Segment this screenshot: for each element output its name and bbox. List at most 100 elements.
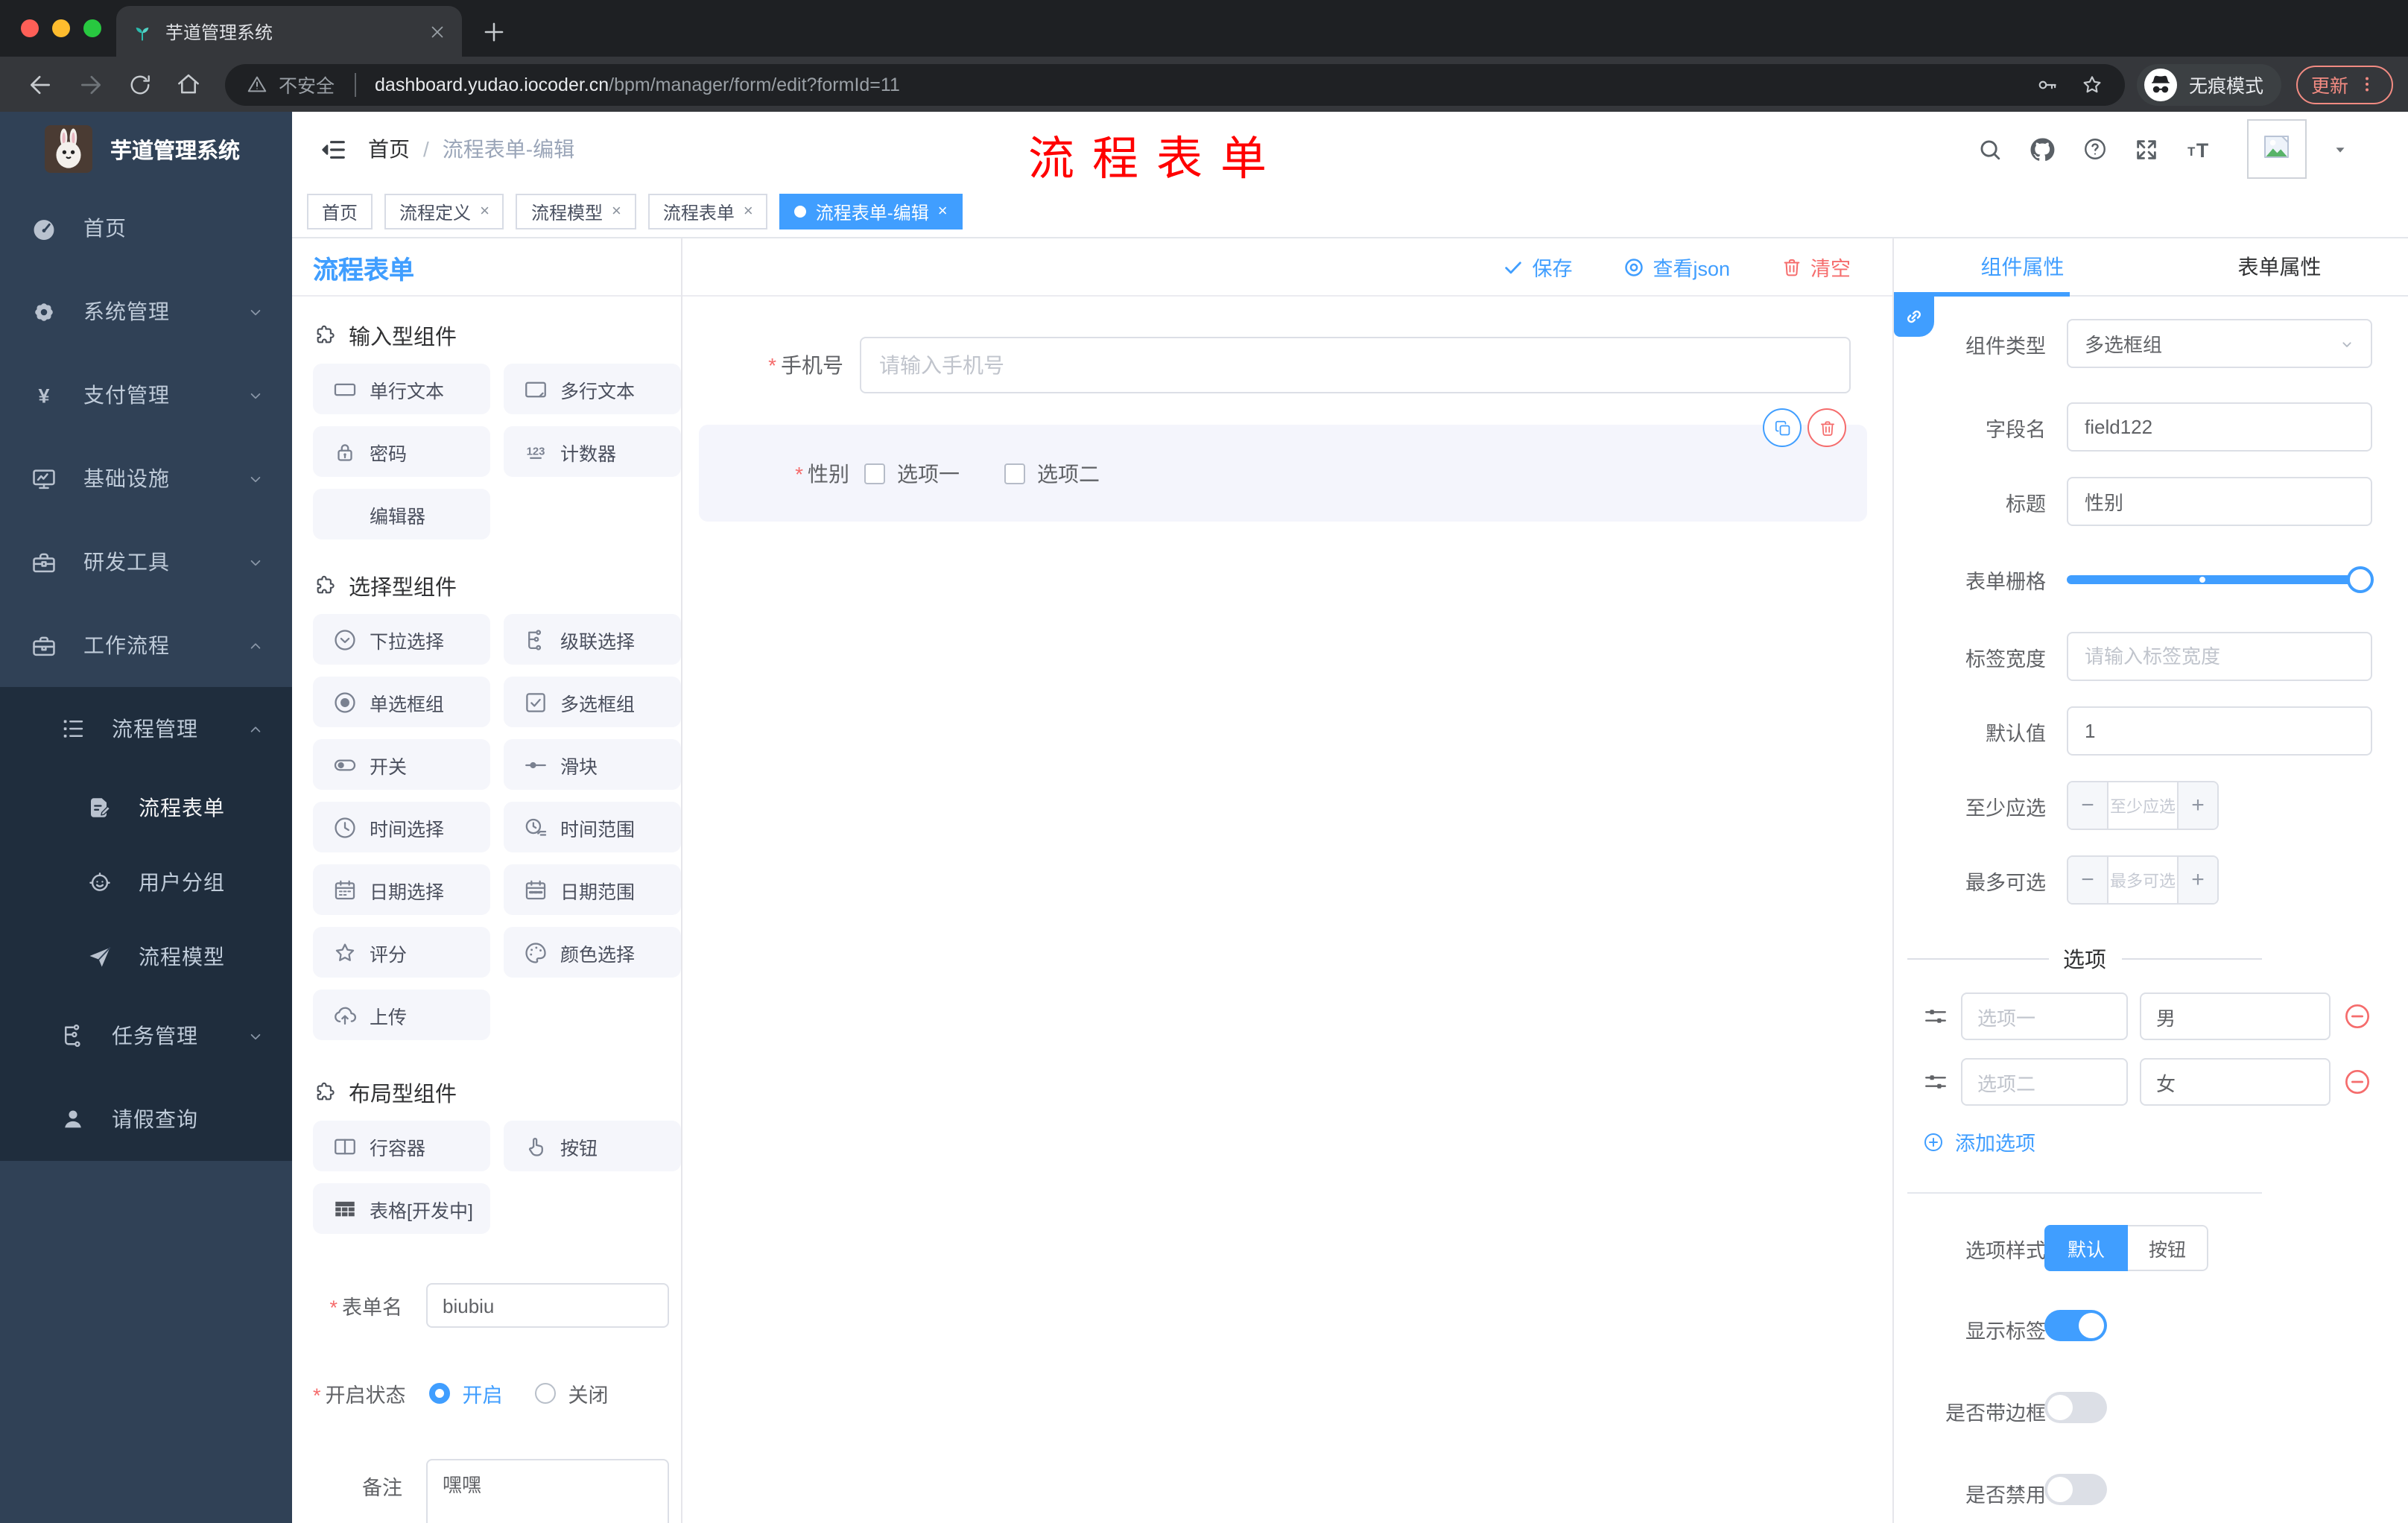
- palette-component-计数器[interactable]: 计数器: [504, 426, 681, 477]
- sidebar-subitem-3[interactable]: 流程模型: [0, 919, 292, 994]
- home-icon[interactable]: [174, 70, 203, 98]
- toggle-显示标签[interactable]: [2044, 1310, 2107, 1341]
- browser-update-button[interactable]: 更新: [2295, 65, 2393, 104]
- sidebar-collapse-icon[interactable]: [319, 135, 347, 163]
- palette-component-多行文本[interactable]: 多行文本: [504, 364, 681, 414]
- gender-option-选项一[interactable]: 选项一: [864, 458, 960, 488]
- back-icon[interactable]: [25, 69, 55, 99]
- window-controls[interactable]: [21, 19, 101, 37]
- sidebar-item-1[interactable]: 系统管理: [0, 270, 292, 353]
- palette-component-评分[interactable]: 评分: [313, 927, 490, 978]
- sidebar-subitem-1[interactable]: 流程表单: [0, 770, 292, 845]
- close-tag-icon[interactable]: ×: [938, 203, 948, 221]
- close-tag-icon[interactable]: ×: [612, 203, 621, 221]
- palette-component-时间范围[interactable]: 时间范围: [504, 802, 681, 852]
- tag-流程定义[interactable]: 流程定义 ×: [384, 194, 504, 229]
- inspector-tab-组件属性[interactable]: 组件属性: [1894, 238, 2151, 295]
- browser-tab[interactable]: 芋道管理系统: [116, 6, 462, 57]
- option-value-input[interactable]: [2140, 992, 2331, 1040]
- form-grid-slider[interactable]: [2067, 566, 2374, 593]
- toggle-是否禁用[interactable]: [2044, 1474, 2107, 1505]
- app-logo-row[interactable]: 芋道管理系统: [0, 112, 292, 186]
- style-option-按钮[interactable]: 按钮: [2128, 1225, 2208, 1271]
- palette-component-编辑器[interactable]: 编辑器: [313, 489, 490, 539]
- component-type-select[interactable]: 多选框组: [2067, 319, 2372, 368]
- stepper-increase-button[interactable]: +: [2177, 857, 2217, 903]
- option-label-input[interactable]: [1961, 992, 2128, 1040]
- field-name-input[interactable]: [2067, 402, 2372, 452]
- style-option-默认[interactable]: 默认: [2044, 1225, 2128, 1271]
- palette-component-开关[interactable]: 开关: [313, 739, 490, 790]
- palette-component-滑块[interactable]: 滑块: [504, 739, 681, 790]
- minimize-window-button[interactable]: [52, 19, 70, 37]
- page-url[interactable]: dashboard.yudao.iocoder.cn/bpm/manager/f…: [375, 74, 900, 95]
- maximize-window-button[interactable]: [83, 19, 101, 37]
- form-name-input[interactable]: [426, 1283, 669, 1328]
- delete-component-button[interactable]: [1807, 408, 1846, 447]
- drag-handle-icon[interactable]: [1922, 1003, 1949, 1030]
- palette-component-单行文本[interactable]: 单行文本: [313, 364, 490, 414]
- toggle-是否带边框[interactable]: [2044, 1392, 2107, 1423]
- palette-component-下拉选择[interactable]: 下拉选择: [313, 614, 490, 665]
- max-checked-stepper[interactable]: − 最多可选 +: [2067, 855, 2219, 905]
- default-value-input[interactable]: [2067, 706, 2372, 756]
- sidebar-subitem-4[interactable]: 任务管理: [0, 994, 292, 1077]
- stepper-decrease-button[interactable]: −: [2068, 782, 2108, 829]
- status-radio-开启[interactable]: 开启: [429, 1378, 503, 1408]
- palette-component-多选框组[interactable]: 多选框组: [504, 677, 681, 727]
- avatar[interactable]: [2247, 119, 2307, 179]
- canvas-action-保存[interactable]: 保存: [1493, 250, 1581, 283]
- remove-option-button[interactable]: [2342, 1001, 2372, 1031]
- checkbox[interactable]: [1004, 463, 1025, 484]
- palette-component-日期选择[interactable]: 日期选择: [313, 864, 490, 915]
- tag-首页[interactable]: 首页: [307, 194, 373, 229]
- sidebar-item-2[interactable]: 支付管理: [0, 353, 292, 437]
- palette-component-单选框组[interactable]: 单选框组: [313, 677, 490, 727]
- drag-handle-icon[interactable]: [1922, 1068, 1949, 1095]
- form-remark-textarea[interactable]: 嘿嘿: [426, 1459, 669, 1523]
- slider-handle[interactable]: [2347, 566, 2374, 593]
- avatar-dropdown-caret-icon[interactable]: [2332, 141, 2348, 157]
- title-input[interactable]: [2067, 477, 2372, 526]
- security-label[interactable]: 不安全: [279, 70, 335, 98]
- checkbox[interactable]: [864, 463, 885, 484]
- phone-input[interactable]: [860, 337, 1851, 393]
- stepper-decrease-button[interactable]: −: [2068, 857, 2108, 903]
- forward-icon[interactable]: [76, 69, 106, 99]
- help-icon[interactable]: [2082, 136, 2108, 162]
- inspector-tab-表单属性[interactable]: 表单属性: [2151, 238, 2408, 295]
- palette-component-上传[interactable]: 上传: [313, 990, 490, 1040]
- link-field-tab[interactable]: [1894, 297, 1934, 337]
- canvas-action-查看json[interactable]: 查看json: [1614, 250, 1739, 283]
- fullscreen-icon[interactable]: [2134, 136, 2159, 162]
- remove-option-button[interactable]: [2342, 1067, 2372, 1097]
- palette-component-时间选择[interactable]: 时间选择: [313, 802, 490, 852]
- label-width-input[interactable]: [2067, 632, 2372, 681]
- status-radio-关闭[interactable]: 关闭: [535, 1378, 609, 1408]
- bookmark-star-icon[interactable]: [2080, 72, 2104, 96]
- security-warning-icon[interactable]: [246, 73, 268, 95]
- canvas-action-清空[interactable]: 清空: [1772, 250, 1860, 283]
- font-size-icon[interactable]: [2184, 134, 2214, 164]
- copy-component-button[interactable]: [1763, 408, 1802, 447]
- address-bar[interactable]: 不安全 dashboard.yudao.iocoder.cn/bpm/manag…: [225, 63, 2125, 105]
- palette-component-颜色选择[interactable]: 颜色选择: [504, 927, 681, 978]
- github-icon[interactable]: [2028, 135, 2056, 163]
- stepper-increase-button[interactable]: +: [2177, 782, 2217, 829]
- selected-component-block[interactable]: * 性别 选项一 选项二: [699, 408, 1867, 522]
- sidebar-subitem-2[interactable]: 用户分组: [0, 845, 292, 919]
- sidebar-item-5[interactable]: 工作流程: [0, 604, 292, 687]
- palette-component-行容器[interactable]: 行容器: [313, 1121, 490, 1171]
- sidebar-subitem-0[interactable]: 流程管理: [0, 687, 292, 770]
- tag-流程模型[interactable]: 流程模型 ×: [516, 194, 636, 229]
- min-checked-stepper[interactable]: − 至少应选 +: [2067, 781, 2219, 830]
- sidebar-subitem-5[interactable]: 请假查询: [0, 1077, 292, 1161]
- palette-component-日期范围[interactable]: 日期范围: [504, 864, 681, 915]
- tag-流程表单[interactable]: 流程表单 ×: [647, 194, 768, 229]
- palette-component-级联选择[interactable]: 级联选择: [504, 614, 681, 665]
- close-tag-icon[interactable]: ×: [480, 203, 489, 221]
- close-window-button[interactable]: [21, 19, 39, 37]
- reload-icon[interactable]: [127, 71, 153, 98]
- password-key-icon[interactable]: [2035, 72, 2059, 96]
- browser-menu-dots-icon[interactable]: [2356, 73, 2378, 95]
